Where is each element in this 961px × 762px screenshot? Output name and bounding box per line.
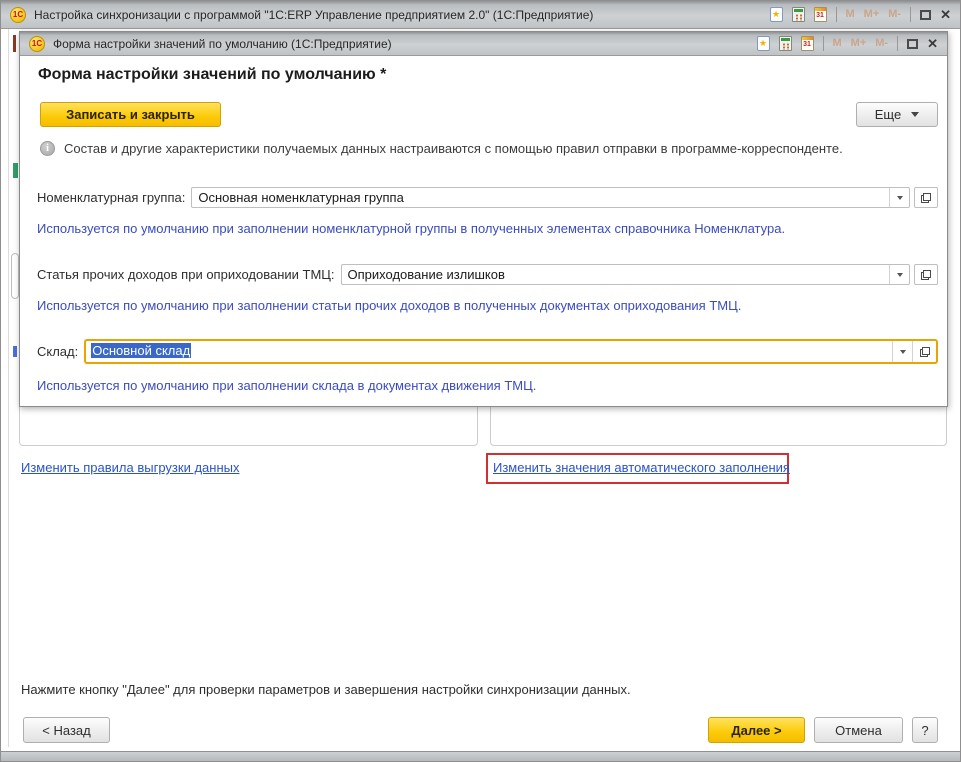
maximize-icon[interactable]: [907, 39, 918, 49]
nomenclature-group-input[interactable]: Основная номенклатурная группа: [191, 187, 910, 208]
close-icon[interactable]: ✕: [927, 37, 938, 50]
main-window-titlebar: 1С Настройка синхронизации с программой …: [1, 1, 960, 29]
main-titlebar-icons: 31 М М+ М- ✕: [770, 7, 961, 22]
titlebar-separator: [836, 7, 837, 22]
memory-m-button: М: [833, 38, 842, 49]
close-icon[interactable]: ✕: [940, 8, 951, 21]
other-income-item-input[interactable]: Оприходование излишков: [341, 264, 910, 285]
back-button[interactable]: < Назад: [23, 717, 110, 743]
calendar-day-label: 31: [803, 40, 811, 50]
selected-text: Основной склад: [91, 343, 191, 358]
change-autofill-values-link[interactable]: Изменить значения автоматического заполн…: [493, 460, 790, 475]
other-income-item-label: Статья прочих доходов при оприходовании …: [37, 267, 335, 282]
dropdown-button[interactable]: [889, 265, 909, 284]
background-panel-edge: [8, 29, 9, 747]
background-window-fragment: [13, 35, 16, 52]
titlebar-separator: [823, 36, 824, 51]
open-value-button[interactable]: [912, 341, 936, 362]
calendar-icon[interactable]: 31: [814, 7, 827, 22]
warehouse-input[interactable]: Основной склад: [84, 339, 938, 364]
background-window-fragment: [13, 163, 18, 178]
calendar-icon[interactable]: 31: [801, 36, 814, 51]
more-button-label: Еще: [875, 107, 901, 122]
memory-m-plus-button: М+: [851, 38, 867, 49]
chevron-down-icon: [897, 196, 903, 200]
window-bottom-edge: [1, 751, 960, 761]
calculator-icon[interactable]: [779, 36, 792, 51]
dialog-titlebar: 1С Форма настройки значений по умолчанию…: [20, 32, 947, 56]
chevron-down-icon: [900, 350, 906, 354]
chevron-down-icon: [897, 273, 903, 277]
open-in-list-icon: [921, 193, 931, 203]
dialog-heading: Форма настройки значений по умолчанию *: [38, 66, 386, 84]
open-value-button[interactable]: [914, 264, 938, 285]
open-value-button[interactable]: [914, 187, 938, 208]
sync-setup-window: 1С Настройка синхронизации с программой …: [0, 0, 961, 762]
memory-m-button: М: [846, 9, 855, 20]
calculator-icon[interactable]: [792, 7, 805, 22]
memory-m-minus-button: М-: [888, 9, 901, 20]
favorites-icon[interactable]: [770, 7, 783, 22]
memory-m-plus-button: М+: [864, 9, 880, 20]
cancel-button[interactable]: Отмена: [814, 717, 903, 743]
dialog-body: Форма настройки значений по умолчанию * …: [20, 56, 947, 406]
dialog-title: Форма настройки значений по умолчанию (1…: [53, 37, 392, 51]
1c-logo-icon: 1С: [29, 36, 45, 52]
warehouse-value[interactable]: Основной склад: [86, 341, 892, 362]
nomenclature-group-value[interactable]: Основная номенклатурная группа: [192, 188, 889, 207]
next-step-hint: Нажмите кнопку "Далее" для проверки пара…: [21, 682, 631, 697]
favorites-icon[interactable]: [757, 36, 770, 51]
info-icon: [40, 141, 55, 156]
wizard-buttons: Далее > Отмена ?: [708, 717, 938, 743]
warehouse-hint: Используется по умолчанию при заполнении…: [37, 378, 935, 393]
dropdown-button[interactable]: [889, 188, 909, 207]
nomenclature-group-label: Номенклатурная группа:: [37, 190, 185, 205]
warehouse-row: Склад: Основной склад: [37, 339, 938, 364]
dropdown-button[interactable]: [892, 341, 912, 362]
background-window-fragment: [11, 253, 19, 299]
1c-logo-icon: 1С: [10, 7, 26, 23]
more-button[interactable]: Еще: [856, 102, 938, 127]
chevron-down-icon: [911, 112, 919, 117]
open-in-list-icon: [921, 270, 931, 280]
background-window-fragment: [13, 346, 17, 357]
memory-m-minus-button: М-: [875, 38, 888, 49]
open-in-list-icon: [920, 347, 930, 357]
nomenclature-group-row: Номенклатурная группа: Основная номенкла…: [37, 187, 938, 208]
titlebar-separator: [910, 7, 911, 22]
main-window-title: Настройка синхронизации с программой "1С…: [34, 8, 593, 22]
titlebar-separator: [897, 36, 898, 51]
next-button[interactable]: Далее >: [708, 717, 805, 743]
info-text: Состав и другие характеристики получаемы…: [64, 141, 843, 156]
default-values-dialog: 1С Форма настройки значений по умолчанию…: [19, 31, 948, 407]
other-income-item-hint: Используется по умолчанию при заполнении…: [37, 298, 935, 313]
dialog-titlebar-icons: 31 М М+ М- ✕: [757, 36, 948, 51]
info-row: Состав и другие характеристики получаемы…: [40, 141, 935, 156]
warehouse-label: Склад:: [37, 344, 78, 359]
other-income-item-value[interactable]: Оприходование излишков: [342, 265, 889, 284]
calendar-day-label: 31: [816, 11, 824, 21]
other-income-item-row: Статья прочих доходов при оприходовании …: [37, 264, 938, 285]
save-and-close-button[interactable]: Записать и закрыть: [40, 102, 221, 127]
change-export-rules-link[interactable]: Изменить правила выгрузки данных: [21, 460, 239, 475]
help-button[interactable]: ?: [912, 717, 938, 743]
nomenclature-group-hint: Используется по умолчанию при заполнении…: [37, 221, 935, 236]
maximize-icon[interactable]: [920, 10, 931, 20]
